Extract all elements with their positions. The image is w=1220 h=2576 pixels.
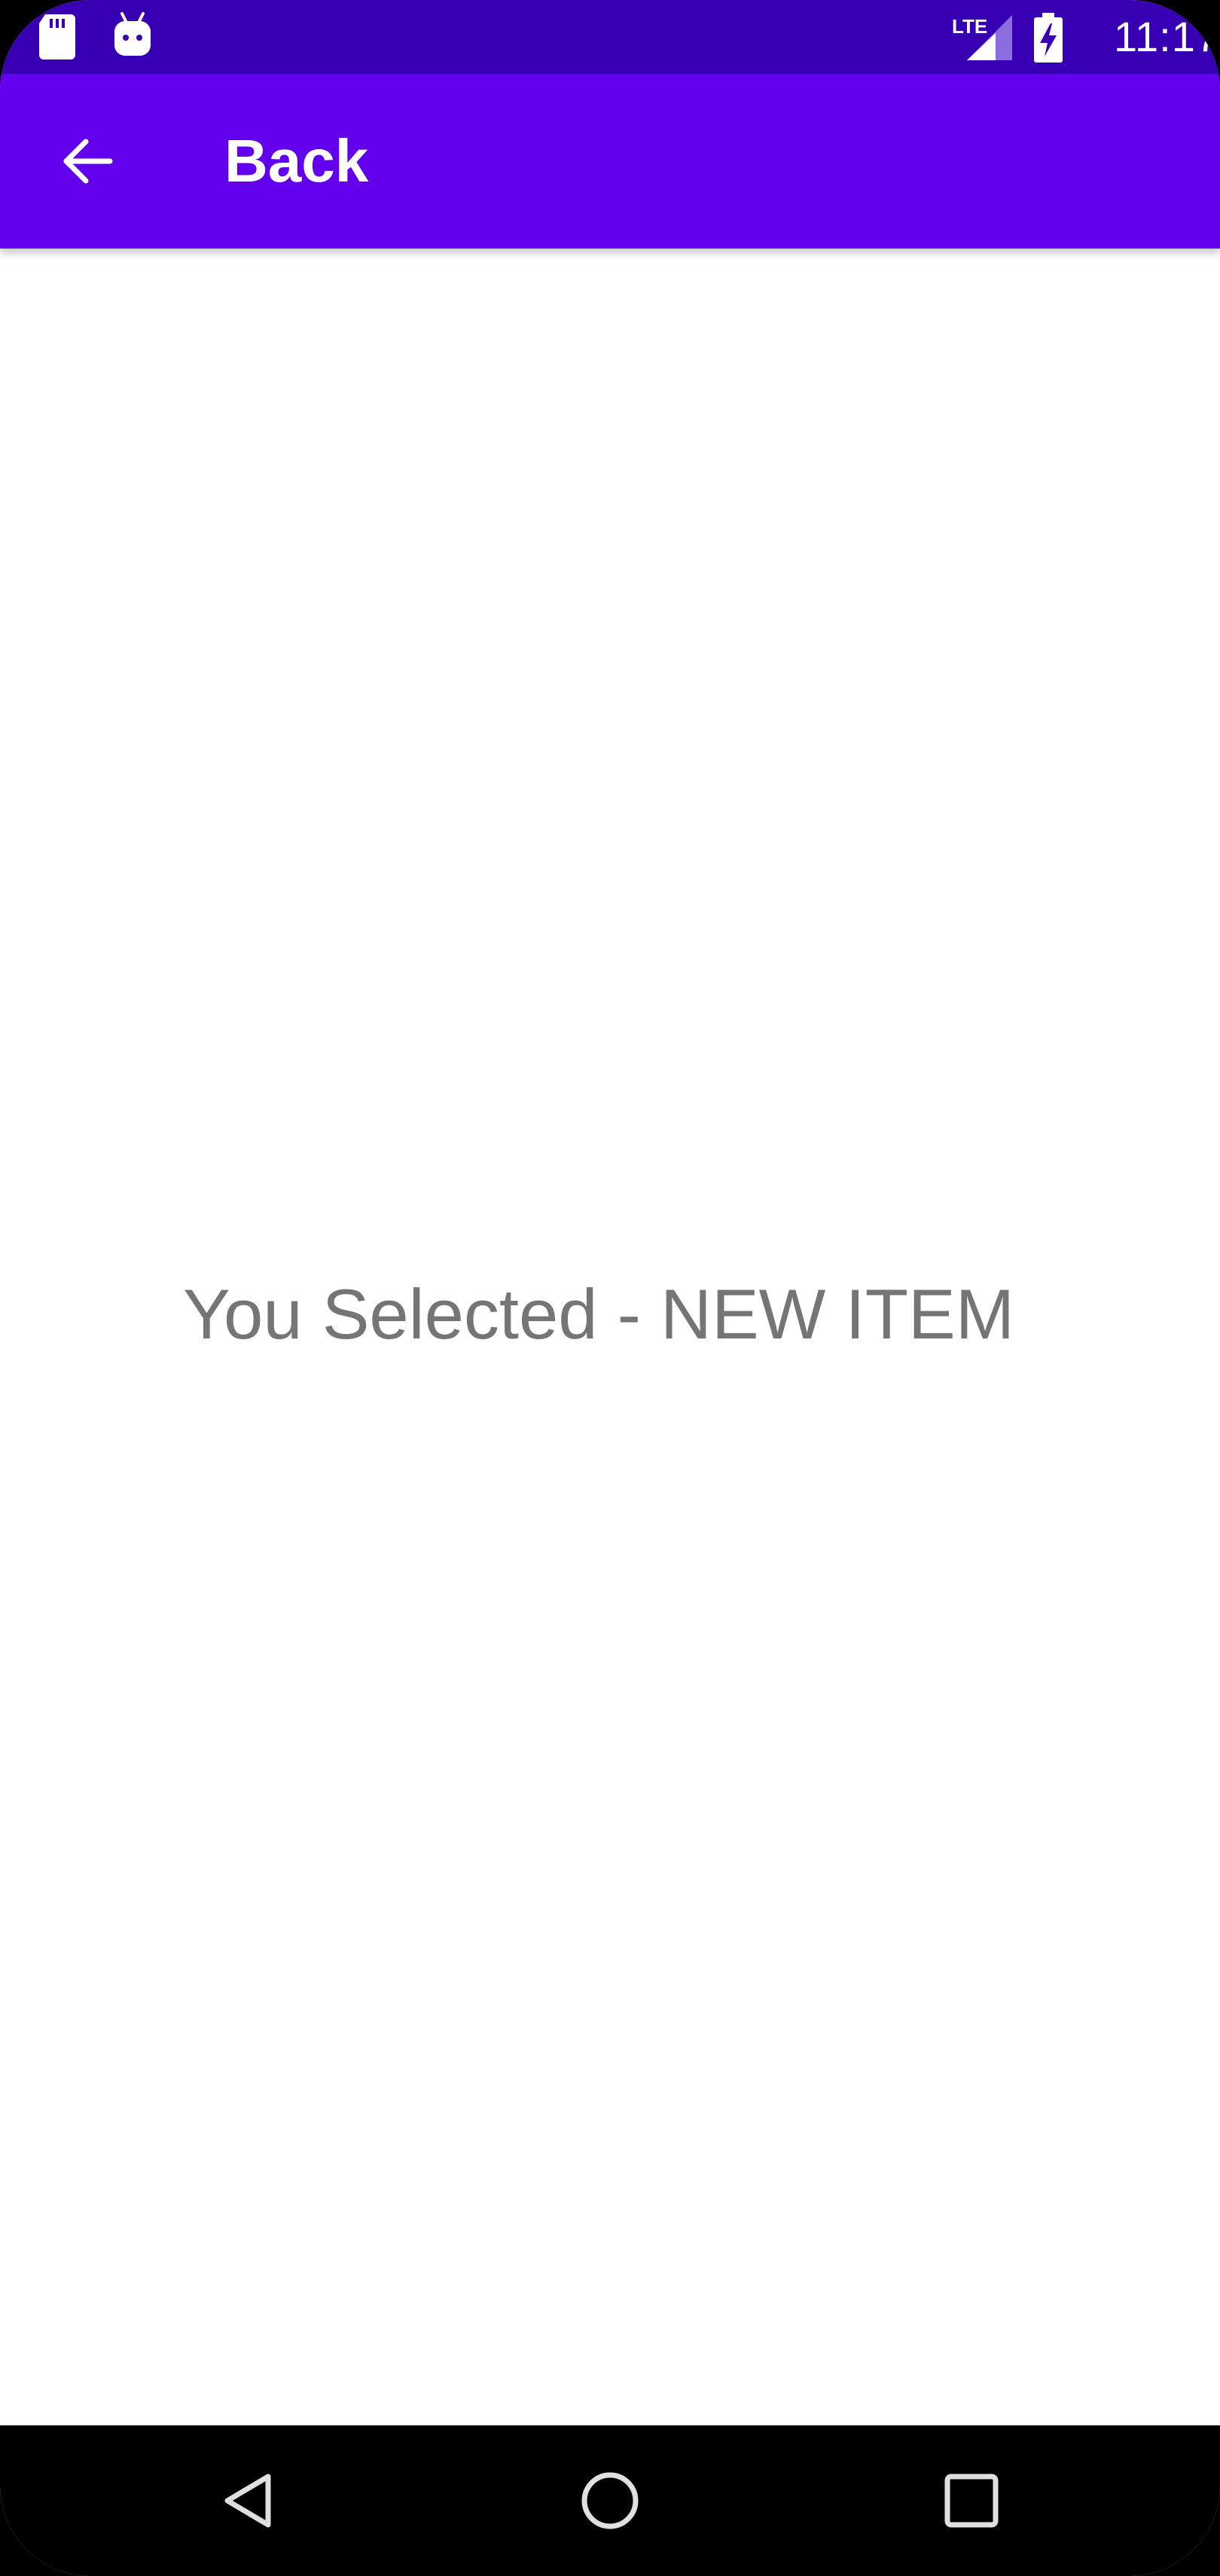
selected-item-message: You Selected - NEW ITEM	[182, 1274, 1015, 1354]
app-toolbar: Back	[0, 74, 1220, 249]
nav-back-button[interactable]	[205, 2455, 295, 2546]
battery-charging-icon	[1032, 12, 1065, 63]
android-debug-icon	[110, 11, 155, 59]
status-bar: LTE 11:17	[0, 0, 1220, 74]
toolbar-title: Back	[224, 127, 369, 194]
nav-home-button[interactable]	[565, 2455, 655, 2546]
arrow-back-icon	[60, 134, 114, 188]
status-time: 11:17	[1114, 13, 1220, 60]
recents-square-icon	[943, 2472, 1000, 2529]
main-content: You Selected - NEW ITEM	[0, 249, 1220, 2425]
back-button[interactable]	[42, 116, 133, 206]
phone-screen: LTE 11:17 Back You Selected - NEW ITEM	[0, 0, 1220, 2576]
nav-recents-button[interactable]	[926, 2455, 1017, 2546]
lte-signal-icon: LTE	[950, 11, 1014, 62]
back-triangle-icon	[220, 2471, 280, 2531]
sd-card-icon	[36, 14, 78, 60]
lte-label: LTE	[952, 15, 987, 38]
home-circle-icon	[578, 2469, 642, 2532]
navigation-bar	[0, 2425, 1220, 2576]
